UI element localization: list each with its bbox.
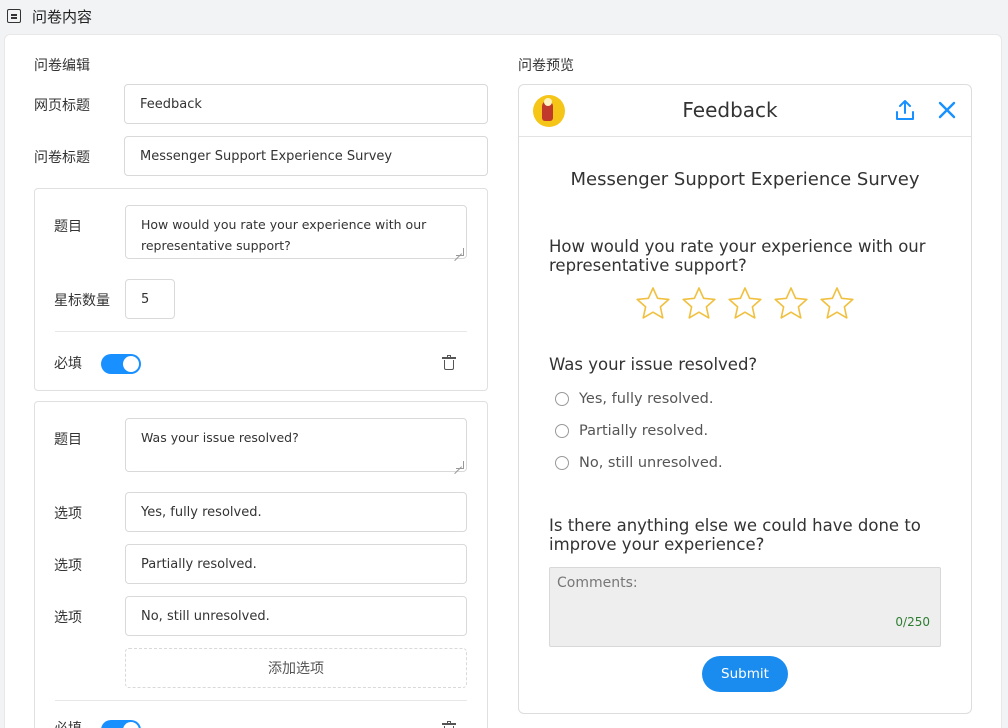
- submit-button[interactable]: Submit: [702, 656, 788, 692]
- star-icon[interactable]: [635, 286, 671, 320]
- preview-q2-text: Was your issue resolved?: [549, 355, 758, 374]
- upload-icon[interactable]: [895, 99, 915, 121]
- q2-question-text: Was your issue resolved?: [141, 430, 299, 445]
- radio-option-1[interactable]: Yes, fully resolved.: [555, 391, 714, 407]
- option-label: 选项: [54, 558, 82, 574]
- q1-question-text: How would you rate your experience with …: [141, 217, 427, 253]
- option-input-2[interactable]: Partially resolved.: [125, 544, 467, 584]
- radio-option-3[interactable]: No, still unresolved.: [555, 455, 723, 471]
- preview-q3-text: Is there anything else we could have don…: [549, 516, 921, 554]
- q2-required-label: 必填: [54, 718, 82, 728]
- edit-note-icon: [7, 9, 21, 23]
- trash-icon[interactable]: [442, 355, 456, 370]
- radio-option-label: No, still unresolved.: [579, 455, 723, 471]
- survey-preview: Feedback Messenger Support Experience Su…: [518, 84, 972, 714]
- comments-textarea[interactable]: Comments: 0/250: [549, 567, 941, 647]
- card-divider: [55, 331, 467, 332]
- page-title-label: 网页标题: [34, 98, 90, 114]
- radio-option-label: Yes, fully resolved.: [579, 391, 714, 407]
- star-icon[interactable]: [773, 286, 809, 320]
- preview-section-label: 问卷预览: [518, 58, 574, 74]
- q2-required-toggle[interactable]: [101, 720, 141, 728]
- q1-question-label: 题目: [54, 219, 82, 235]
- radio-button[interactable]: [555, 456, 569, 470]
- close-icon[interactable]: [937, 100, 957, 120]
- survey-title-input[interactable]: Messenger Support Experience Survey: [124, 136, 488, 176]
- option-input-3[interactable]: No, still unresolved.: [125, 596, 467, 636]
- q2-question-textarea[interactable]: Was your issue resolved?: [125, 418, 467, 472]
- add-option-button[interactable]: 添加选项: [125, 648, 467, 688]
- q1-required-label: 必填: [54, 356, 82, 372]
- option-label: 选项: [54, 506, 82, 522]
- star-icon[interactable]: [819, 286, 855, 320]
- option-label: 选项: [54, 610, 82, 626]
- q2-question-label: 题目: [54, 432, 82, 448]
- star-count-label: 星标数量: [54, 293, 110, 309]
- preview-survey-title: Messenger Support Experience Survey: [570, 169, 920, 190]
- resize-grip-icon[interactable]: [456, 248, 464, 256]
- star-icon[interactable]: [681, 286, 717, 320]
- page-title: 问卷内容: [32, 7, 93, 26]
- radio-button[interactable]: [555, 424, 569, 438]
- comments-placeholder: Comments:: [557, 575, 638, 591]
- radio-option-2[interactable]: Partially resolved.: [555, 423, 708, 439]
- preview-q1-text: How would you rate your experience with …: [549, 237, 926, 275]
- preview-header: Feedback: [519, 85, 971, 137]
- survey-title-label: 问卷标题: [34, 150, 90, 166]
- page-header: 问卷内容: [0, 0, 1008, 32]
- radio-option-label: Partially resolved.: [579, 423, 709, 439]
- radio-button[interactable]: [555, 392, 569, 406]
- star-icon[interactable]: [727, 286, 763, 320]
- trash-icon[interactable]: [442, 721, 456, 728]
- star-rating[interactable]: [635, 286, 855, 320]
- preview-header-title: Feedback: [682, 98, 778, 122]
- editor-section-label: 问卷编辑: [34, 58, 90, 74]
- char-counter: 0/250: [895, 615, 930, 629]
- q1-required-toggle[interactable]: [101, 354, 141, 374]
- option-input-1[interactable]: Yes, fully resolved.: [125, 492, 467, 532]
- star-count-input[interactable]: 5: [125, 279, 175, 319]
- page-title-input[interactable]: Feedback: [124, 84, 488, 124]
- q1-question-textarea[interactable]: How would you rate your experience with …: [125, 205, 467, 259]
- card-divider: [55, 700, 467, 701]
- resize-grip-icon[interactable]: [456, 461, 464, 469]
